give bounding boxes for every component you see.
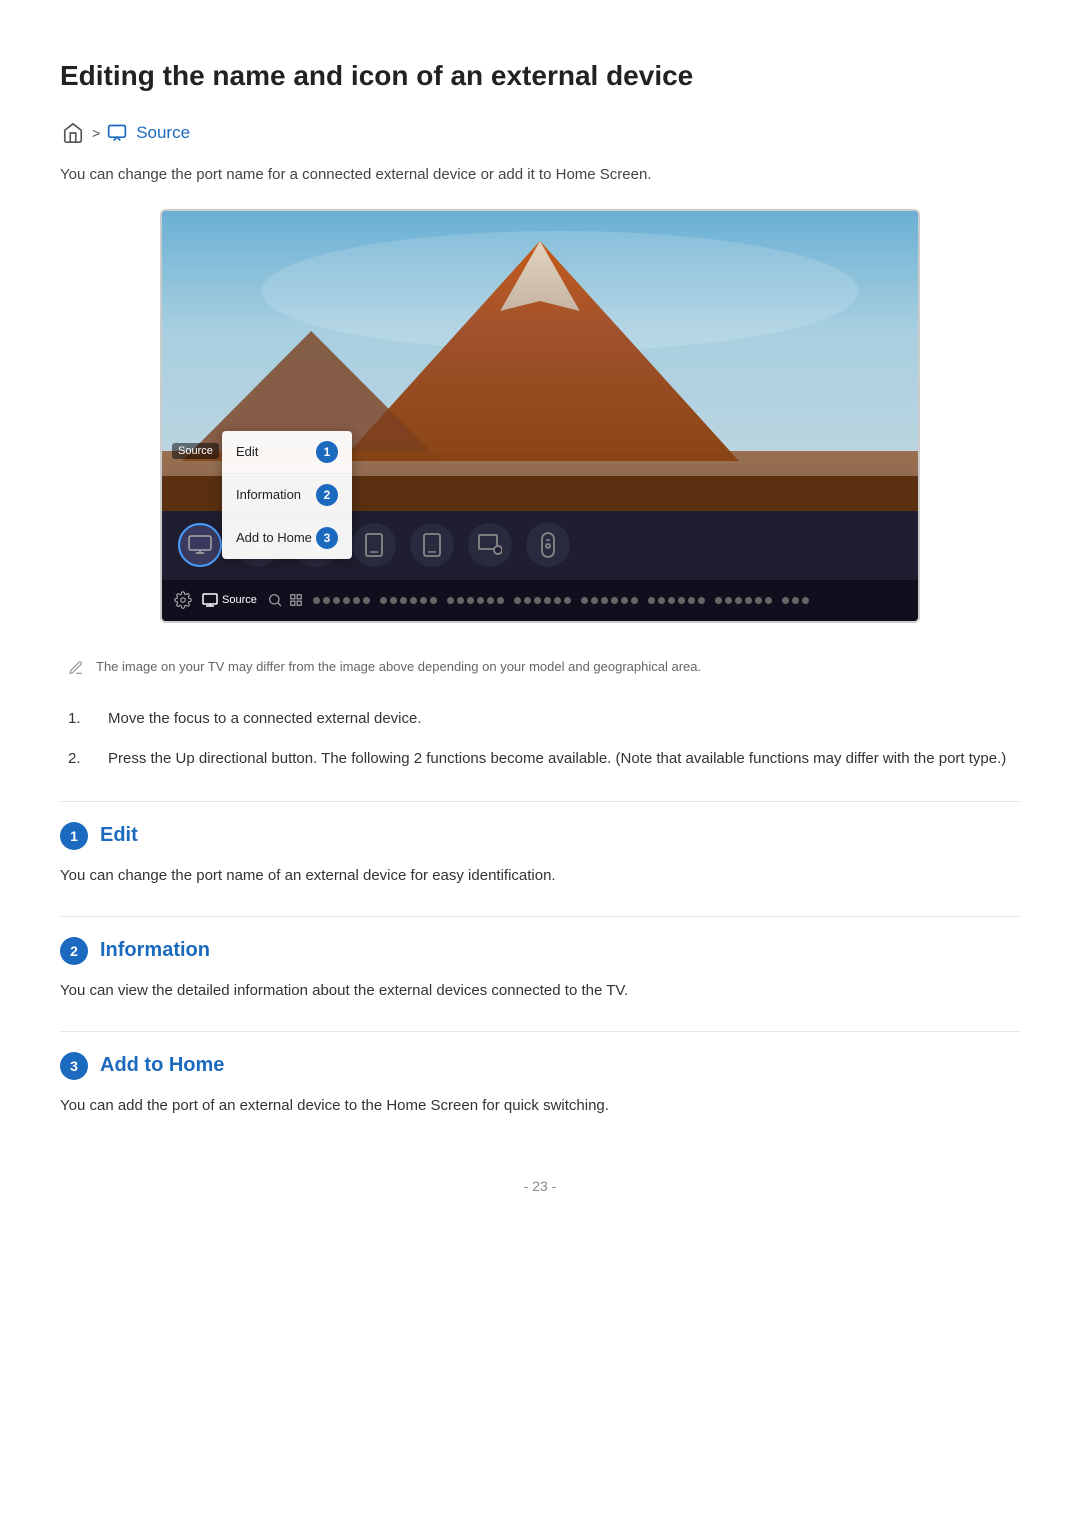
context-menu-add-to-home[interactable]: Add to Home 3 [222, 517, 352, 559]
note-section: The image on your TV may differ from the… [60, 659, 1020, 679]
tv-icon-device2 [410, 523, 454, 567]
tv-nav-settings [174, 591, 192, 609]
tv-nav-dots-1 [313, 597, 370, 604]
information-badge: 2 [316, 484, 338, 506]
tv-icon-device1 [352, 523, 396, 567]
tv-icon-item-5 [410, 523, 454, 567]
step-1-text: Move the focus to a connected external d… [108, 707, 422, 731]
divider-2 [60, 916, 1020, 917]
add-to-home-badge: 3 [316, 527, 338, 549]
context-menu-add-to-home-label: Add to Home [236, 530, 312, 545]
divider-1 [60, 801, 1020, 802]
context-menu-edit[interactable]: Edit 1 [222, 431, 352, 474]
section-3-badge: 3 [60, 1052, 88, 1080]
context-menu: Edit 1 Information 2 Add to Home 3 [222, 431, 352, 559]
context-menu-information[interactable]: Information 2 [222, 474, 352, 517]
section-3-title: Add to Home [100, 1054, 224, 1077]
section-3-desc: You can add the port of an external devi… [60, 1094, 1020, 1118]
tv-nav-source-label: Source [222, 594, 257, 606]
section-1-title: Edit [100, 824, 138, 847]
tv-nav-dots-5 [581, 597, 638, 604]
section-1-heading: 1 Edit [60, 822, 1020, 850]
step-2-num: 2. [68, 747, 92, 771]
context-menu-information-label: Information [236, 487, 301, 502]
tv-nav-dots-4 [514, 597, 571, 604]
numbered-steps: 1. Move the focus to a connected externa… [60, 707, 1020, 771]
breadcrumb-source-label: Source [136, 123, 190, 143]
page-number: - 23 - [60, 1178, 1020, 1194]
edit-badge: 1 [316, 441, 338, 463]
step-2-text: Press the Up directional button. The fol… [108, 747, 1006, 771]
section-2-badge: 2 [60, 937, 88, 965]
step-2: 2. Press the Up directional button. The … [68, 747, 1020, 771]
section-2-title: Information [100, 939, 210, 962]
tv-screen-mockup: Edit 1 Information 2 Add to Home 3 Sourc… [160, 209, 920, 623]
tv-icon-source [178, 523, 222, 567]
breadcrumb: > Source [60, 120, 1020, 146]
page-title: Editing the name and icon of an external… [60, 60, 1020, 92]
note-text: The image on your TV may differ from the… [96, 659, 701, 674]
tv-nav-dots-6 [648, 597, 705, 604]
source-overlay-label: Source [172, 443, 219, 459]
step-1: 1. Move the focus to a connected externa… [68, 707, 1020, 731]
tv-nav-dots-7 [715, 597, 772, 604]
tv-background: Edit 1 Information 2 Add to Home 3 Sourc… [162, 211, 918, 511]
note-pencil-icon [68, 660, 84, 679]
section-2-heading: 2 Information [60, 937, 1020, 965]
tv-icon-item-7 [526, 523, 570, 567]
tv-nav-bar: Source [162, 579, 918, 621]
page-description: You can change the port name for a conne… [60, 164, 1020, 187]
tv-icon-remote [526, 523, 570, 567]
tv-icon-display-settings [468, 523, 512, 567]
tv-icon-item-6 [468, 523, 512, 567]
step-1-num: 1. [68, 707, 92, 731]
divider-3 [60, 1031, 1020, 1032]
section-1-badge: 1 [60, 822, 88, 850]
home-icon [60, 120, 86, 146]
section-3-heading: 3 Add to Home [60, 1052, 1020, 1080]
tv-nav-source: Source [202, 593, 257, 607]
tv-icon-item-4 [352, 523, 396, 567]
section-2-desc: You can view the detailed information ab… [60, 979, 1020, 1003]
tv-nav-dots-8 [782, 597, 809, 604]
tv-nav-dots-2 [380, 597, 437, 604]
tv-icon-item-1 [178, 523, 222, 567]
tv-nav-search [267, 592, 303, 608]
tv-nav-dots-3 [447, 597, 504, 604]
breadcrumb-chevron: > [92, 125, 100, 141]
source-icon [106, 122, 128, 144]
context-menu-edit-label: Edit [236, 444, 258, 459]
section-1-desc: You can change the port name of an exter… [60, 864, 1020, 888]
